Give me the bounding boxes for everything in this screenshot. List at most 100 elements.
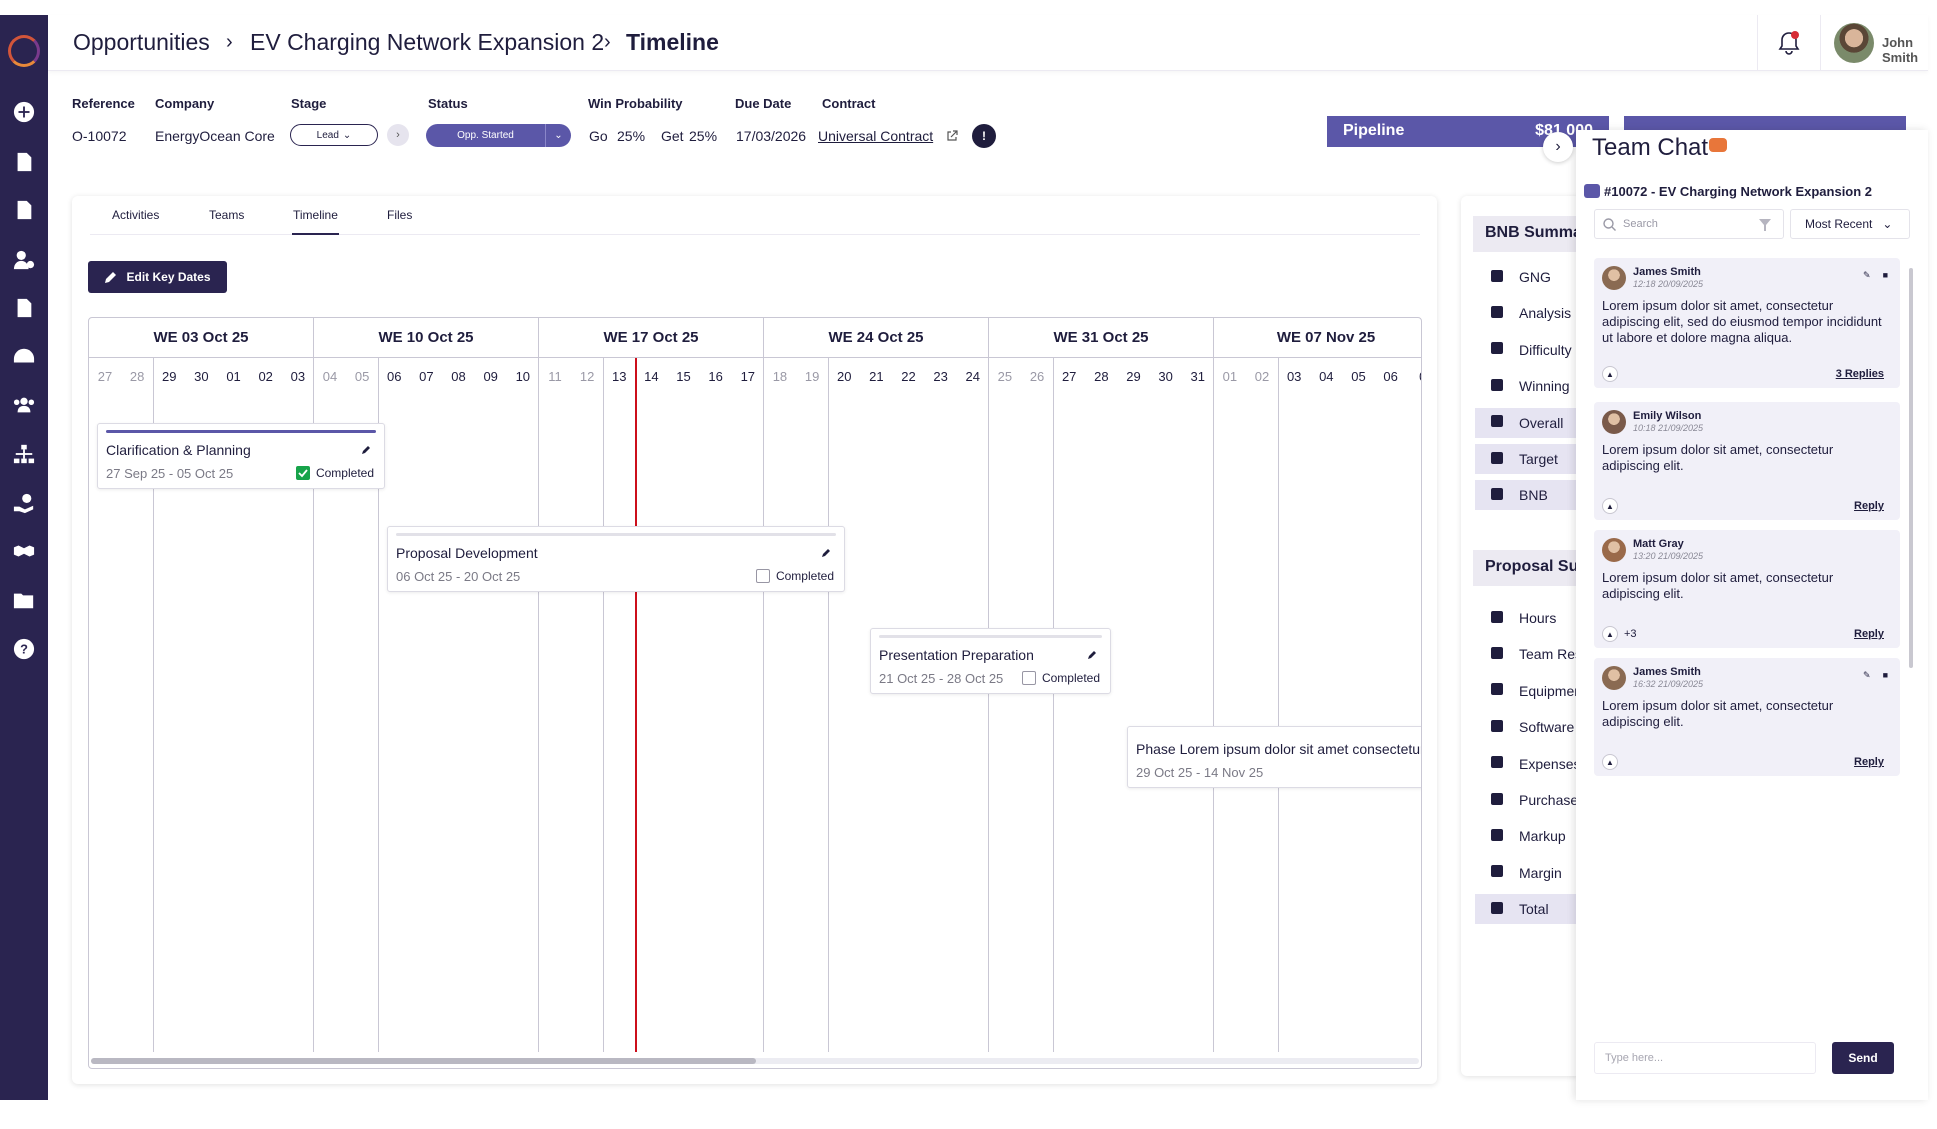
- avatar[interactable]: [1602, 410, 1626, 434]
- day-label: 05: [354, 368, 370, 384]
- stage-next-button[interactable]: ›: [387, 124, 409, 146]
- edit-icon[interactable]: [1084, 647, 1100, 663]
- handshake-icon[interactable]: [12, 539, 36, 563]
- bnb-item[interactable]: Team Resources: [1475, 639, 1581, 669]
- task-card[interactable]: Proposal Development 06 Oct 25 - 20 Oct …: [387, 526, 845, 592]
- day-label: 31: [1190, 368, 1205, 384]
- task-card[interactable]: Phase Lorem ipsum dolor sit amet consect…: [1127, 726, 1421, 788]
- add-icon[interactable]: [12, 100, 36, 124]
- file-chart-icon[interactable]: [12, 198, 36, 222]
- breadcrumb-opportunity[interactable]: EV Charging Network Expansion 2: [250, 29, 604, 56]
- collapse-chat-button[interactable]: ›: [1543, 132, 1573, 162]
- folder-icon[interactable]: [12, 588, 36, 612]
- help-icon[interactable]: ?: [12, 637, 36, 661]
- tab-activities[interactable]: Activities: [112, 208, 159, 222]
- task-card[interactable]: Clarification & Planning 27 Sep 25 - 05 …: [97, 423, 385, 489]
- day-label: 0: [1407, 358, 1421, 394]
- weekend-gridline: [1053, 358, 1055, 1052]
- tab-timeline[interactable]: Timeline: [293, 208, 338, 222]
- completed-toggle[interactable]: Completed: [1021, 671, 1100, 685]
- day-label: 01: [226, 368, 241, 384]
- bnb-item-label: Markup: [1519, 828, 1566, 845]
- bnb-item[interactable]: Equipment: [1475, 676, 1581, 706]
- person-icon: [1489, 645, 1505, 664]
- chat-sort-dropdown[interactable]: Most Recent ⌄: [1790, 209, 1910, 239]
- app-logo[interactable]: [8, 35, 40, 67]
- edit-key-dates-button[interactable]: Edit Key Dates: [88, 261, 227, 293]
- info-icon[interactable]: !: [972, 124, 996, 148]
- reply-link[interactable]: Reply: [1854, 628, 1884, 640]
- notifications-button[interactable]: [1757, 15, 1821, 71]
- checkbox-icon[interactable]: [755, 569, 770, 583]
- status-dropdown[interactable]: Opp. Started ⌄: [426, 124, 571, 147]
- reply-link[interactable]: 3 Replies: [1836, 368, 1884, 380]
- like-icon[interactable]: ▲: [1602, 626, 1618, 642]
- message-author: James Smith: [1633, 266, 1701, 278]
- bnb-item[interactable]: Purchases: [1475, 785, 1581, 815]
- stage-value: Lead: [316, 129, 339, 141]
- bnb-item[interactable]: Analysis: [1475, 298, 1581, 328]
- scrollbar-thumb[interactable]: [91, 1058, 756, 1064]
- edit-icon[interactable]: [818, 545, 834, 561]
- like-icon[interactable]: ▲: [1602, 366, 1618, 382]
- reply-link[interactable]: Reply: [1854, 500, 1884, 512]
- chevron-down-icon[interactable]: ⌄: [545, 124, 571, 147]
- completed-toggle[interactable]: Completed: [295, 466, 374, 480]
- tab-files[interactable]: Files: [387, 208, 412, 222]
- map-icon: [1489, 377, 1505, 396]
- avatar[interactable]: [1602, 266, 1626, 290]
- like-icon[interactable]: ▲: [1602, 754, 1618, 770]
- stage-dropdown[interactable]: Lead ⌄: [290, 124, 378, 146]
- checkbox-icon[interactable]: [1021, 671, 1036, 685]
- bnb-item[interactable]: Markup: [1475, 821, 1581, 851]
- edit-icon[interactable]: [358, 442, 374, 458]
- hand-dollar-icon[interactable]: [12, 491, 36, 515]
- day-label: 24: [965, 368, 980, 384]
- week-gridline: [538, 358, 539, 1052]
- like-icon[interactable]: ▲: [1602, 498, 1618, 514]
- bnb-item-label: Total: [1519, 901, 1549, 918]
- avatar[interactable]: [1602, 666, 1626, 690]
- contract-link[interactable]: Universal Contract: [818, 128, 933, 144]
- delete-icon[interactable]: ■: [1883, 270, 1888, 281]
- completed-toggle[interactable]: Completed: [755, 569, 834, 583]
- edit-icon[interactable]: ✎: [1863, 270, 1871, 281]
- breadcrumb-opportunities[interactable]: Opportunities: [73, 29, 210, 56]
- dashboard-icon[interactable]: [12, 345, 36, 369]
- bnb-item[interactable]: Total: [1475, 894, 1581, 925]
- reply-link[interactable]: Reply: [1854, 756, 1884, 768]
- bnb-item[interactable]: Winning: [1475, 371, 1581, 401]
- send-button[interactable]: Send: [1832, 1042, 1894, 1074]
- bnb-item[interactable]: Difficulty: [1475, 335, 1581, 365]
- chevron-right-icon: ›: [1555, 138, 1561, 155]
- user-settings-icon[interactable]: [12, 248, 36, 272]
- users-icon[interactable]: [12, 393, 36, 417]
- edit-icon[interactable]: ✎: [1863, 670, 1871, 681]
- proposal-summary-heading: Proposal Summary: [1473, 550, 1581, 586]
- hierarchy-icon[interactable]: [12, 442, 36, 466]
- chat-scrollbar[interactable]: [1909, 268, 1913, 668]
- message-time: 12:18 20/09/2025: [1633, 279, 1704, 289]
- user-name[interactable]: John Smith: [1882, 35, 1928, 65]
- bnb-item[interactable]: Overall: [1475, 407, 1581, 438]
- user-avatar[interactable]: [1834, 23, 1874, 63]
- delete-icon[interactable]: ■: [1883, 670, 1888, 681]
- checkbox-icon[interactable]: [295, 466, 310, 480]
- bnb-item[interactable]: Target: [1475, 444, 1581, 474]
- weighted-pipeline-card[interactable]: [1624, 116, 1906, 130]
- bnb-item[interactable]: BNB: [1475, 480, 1581, 511]
- bnb-item[interactable]: Software: [1475, 712, 1581, 742]
- external-link-icon[interactable]: [946, 130, 958, 142]
- avatar[interactable]: [1602, 538, 1626, 562]
- file-question-icon[interactable]: [12, 150, 36, 174]
- chat-message-input[interactable]: Type here...: [1594, 1042, 1816, 1074]
- chat-search-input[interactable]: Search: [1594, 209, 1784, 239]
- bnb-item[interactable]: Hours: [1475, 603, 1581, 633]
- filter-icon[interactable]: [1759, 219, 1771, 231]
- task-card[interactable]: Presentation Preparation 21 Oct 25 - 28 …: [870, 628, 1111, 694]
- file-dollar-icon[interactable]: [12, 296, 36, 320]
- bnb-item[interactable]: GNG: [1475, 262, 1581, 292]
- tab-teams[interactable]: Teams: [209, 208, 244, 222]
- bnb-item[interactable]: Expenses: [1475, 749, 1581, 779]
- bnb-item[interactable]: Margin: [1475, 858, 1581, 888]
